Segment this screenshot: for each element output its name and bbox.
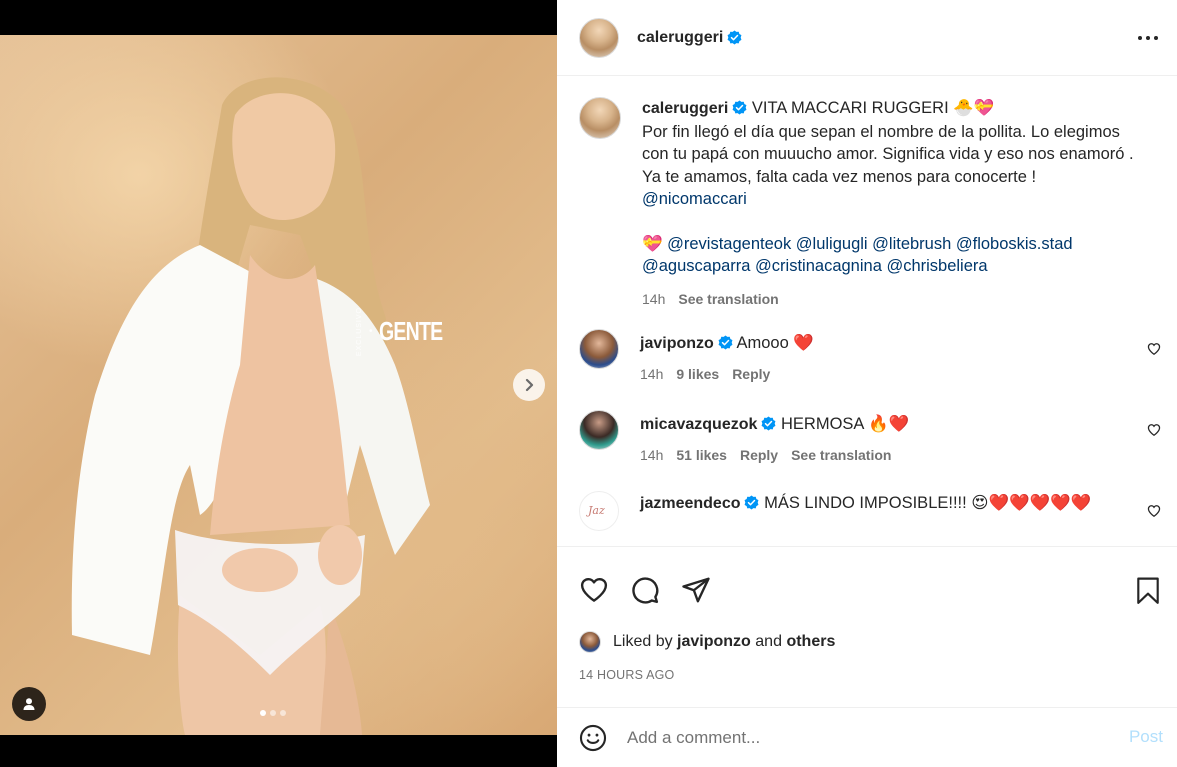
comment-text: HERMOSA 🔥❤️ (780, 415, 910, 433)
like-comment-heart-icon[interactable] (1147, 504, 1161, 518)
caption-time[interactable]: 14h (642, 291, 665, 307)
liked-by: Liked by javiponzo and others (579, 631, 835, 653)
tagged-users-button[interactable] (12, 687, 46, 721)
comment-body: micavazquezok HERMOSA 🔥❤️ 14h 51 likes Rep… (640, 413, 909, 466)
carousel-indicator (260, 710, 286, 716)
photo-figure (71, 77, 430, 735)
add-comment-input[interactable] (627, 727, 1107, 748)
carousel-dot (280, 710, 286, 716)
liked-by-user[interactable]: javiponzo (677, 633, 751, 651)
save-bookmark-icon[interactable] (1135, 577, 1161, 605)
verified-badge-icon (732, 100, 747, 115)
comment-text: MÁS LINDO IMPOSIBLE!!!! 😍❤️❤️❤️❤️❤️ (764, 494, 1092, 512)
caption-text-2: Ya te amamos, falta cada vez menos para … (642, 167, 1037, 186)
comment-time[interactable]: 14h (640, 447, 663, 463)
more-options-icon[interactable] (1137, 28, 1159, 48)
watermark-main-text: GENTE (378, 316, 443, 347)
gente-watermark: EXCLUSIVO • GENTE (356, 307, 463, 356)
comment-body: javiponzo Amooo ❤️ 14h 9 likes Reply (640, 332, 814, 385)
credits-emoji: 💝 (642, 234, 663, 253)
reply-button[interactable]: Reply (732, 366, 770, 382)
liker-avatar[interactable] (579, 631, 601, 653)
share-send-icon[interactable] (681, 575, 711, 605)
liked-by-and: and (755, 633, 782, 650)
carousel-dot (270, 710, 276, 716)
watermark-dot: • (369, 326, 373, 338)
author-username[interactable]: caleruggeri (637, 29, 723, 47)
comment-item: micavazquezok HERMOSA 🔥❤️ 14h 51 likes Rep… (557, 410, 1177, 466)
emoji-icon[interactable] (579, 724, 607, 752)
like-heart-icon[interactable] (579, 575, 609, 605)
caption-credits: 💝 @revistagenteok @luligugli @litebrush … (642, 233, 1142, 278)
like-comment-heart-icon[interactable] (1147, 342, 1161, 356)
author-avatar[interactable] (579, 17, 619, 58)
credits-mentions[interactable]: @revistagenteok @luligugli @litebrush @f… (642, 235, 1073, 276)
post-caption: caleruggeri VITA MACCARI RUGGERI 🐣💝 Por … (557, 77, 1177, 310)
comment-item: Jaz jazmeendeco MÁS LINDO IMPOSIBLE!!!! … (557, 491, 1177, 531)
chevron-right-icon (525, 378, 534, 392)
post-actions: Liked by javiponzo and others 14 HOURS A… (557, 546, 1177, 696)
commenter-avatar[interactable]: Jaz (579, 491, 619, 531)
user-icon (23, 698, 35, 710)
post-timestamp[interactable]: 14 HOURS AGO (579, 668, 675, 682)
comment-time[interactable]: 14h (640, 366, 663, 382)
post-details-panel: caleruggeri caleruggeri VITA MACCARI RUG… (557, 0, 1177, 767)
comment-meta: 14h 9 likes Reply (640, 363, 814, 385)
see-translation-link[interactable]: See translation (791, 447, 891, 463)
watermark-side-text: EXCLUSIVO (356, 307, 363, 357)
comment-text: Amooo ❤️ (736, 334, 814, 352)
caption-author-username[interactable]: caleruggeri (642, 100, 728, 117)
verified-badge-icon (745, 495, 759, 510)
carousel-next-button[interactable] (513, 369, 545, 401)
comment-body: jazmeendeco MÁS LINDO IMPOSIBLE!!!! 😍❤️❤… (640, 492, 1091, 531)
commenter-avatar[interactable] (579, 329, 619, 369)
caption-body: caleruggeri VITA MACCARI RUGGERI 🐣💝 Por … (642, 97, 1142, 310)
caption-meta: 14h See translation (642, 288, 1142, 311)
action-icons (579, 575, 711, 605)
avatar-logo-text: Jaz (588, 504, 605, 517)
verified-badge-icon (761, 416, 776, 431)
verified-badge-icon (718, 335, 733, 350)
comment-likes[interactable]: 9 likes (676, 366, 719, 382)
commenter-avatar[interactable] (579, 410, 619, 450)
see-translation-link[interactable]: See translation (678, 291, 778, 307)
post-media: EXCLUSIVO • GENTE (0, 0, 557, 767)
comments-section[interactable]: caleruggeri VITA MACCARI RUGGERI 🐣💝 Por … (557, 77, 1177, 545)
liked-by-prefix: Liked by (613, 633, 673, 650)
caption-mention-link[interactable]: @nicomaccari (642, 188, 1142, 211)
add-comment-bar: Post (557, 707, 1177, 767)
post-comment-button[interactable]: Post (1129, 727, 1163, 747)
caption-author-avatar[interactable] (579, 97, 621, 139)
caption-title: VITA MACCARI RUGGERI (751, 99, 949, 117)
caption-first-line: caleruggeri VITA MACCARI RUGGERI 🐣💝 (642, 97, 1142, 121)
commenter-username[interactable]: javiponzo (640, 335, 714, 352)
post-photo: EXCLUSIVO • GENTE (0, 35, 557, 735)
post-header: caleruggeri (557, 0, 1177, 76)
comment-likes[interactable]: 51 likes (676, 447, 727, 463)
caption-title-emoji: 🐣💝 (953, 99, 995, 117)
like-comment-heart-icon[interactable] (1147, 423, 1161, 437)
liked-by-others[interactable]: others (786, 633, 835, 651)
comment-bubble-icon[interactable] (630, 575, 660, 605)
commenter-username[interactable]: micavazquezok (640, 416, 757, 433)
verified-badge-icon (727, 30, 742, 45)
commenter-username[interactable]: jazmeendeco (640, 495, 740, 512)
reply-button[interactable]: Reply (740, 447, 778, 463)
caption-text-1: Por fin llegó el día que sepan el nombre… (642, 122, 1134, 164)
comment-meta: 14h 51 likes Reply See translation (640, 444, 909, 466)
comment-item: javiponzo Amooo ❤️ 14h 9 likes Reply (557, 329, 1177, 385)
carousel-dot (260, 710, 266, 716)
